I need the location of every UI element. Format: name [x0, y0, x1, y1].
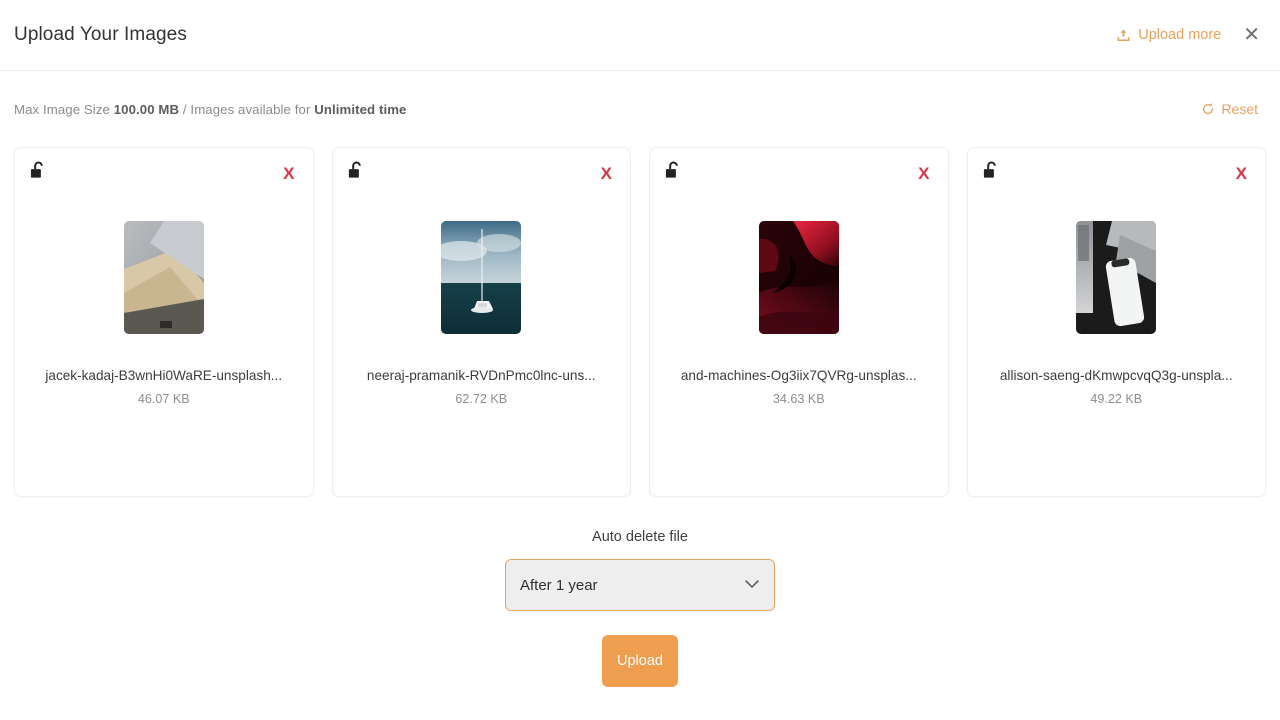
image-filename: allison-saeng-dKmwpcvqQ3g-unspla...: [999, 368, 1233, 383]
remove-x-icon[interactable]: X: [918, 165, 929, 182]
auto-delete-select-wrapper: After 1 year: [505, 559, 775, 611]
reset-label: Reset: [1221, 101, 1258, 117]
upload-images-page: Upload Your Images Upload more ✕ Max Ima…: [0, 0, 1280, 720]
image-filesize: 46.07 KB: [137, 392, 190, 406]
card-toolbar: X: [968, 148, 1266, 198]
unlocked-padlock-icon[interactable]: [982, 160, 1001, 187]
image-filename: neeraj-pramanik-RVDnPmc0lnc-uns...: [366, 368, 596, 383]
max-size-value: 100.00 MB: [113, 101, 180, 117]
image-card[interactable]: X: [331, 147, 631, 497]
image-card[interactable]: X: [649, 147, 949, 497]
image-filesize: 34.63 KB: [772, 392, 825, 406]
info-middle: / Images available for: [179, 101, 315, 117]
thumbnail-wrapper: [1076, 212, 1157, 342]
info-prefix: Max Image Size: [14, 101, 114, 117]
image-filesize: 49.22 KB: [1090, 392, 1143, 406]
uploaded-images-grid: X jacek-kadaj-B3wnHi0WaRE-unsplash... 46…: [0, 147, 1280, 497]
card-toolbar: X: [333, 148, 631, 198]
remove-x-icon[interactable]: X: [601, 165, 612, 182]
remove-x-icon[interactable]: X: [1236, 165, 1247, 182]
image-filename: jacek-kadaj-B3wnHi0WaRE-unsplash...: [45, 368, 283, 383]
image-thumbnail: [123, 220, 204, 334]
thumbnail-wrapper: [123, 212, 204, 342]
upload-more-button[interactable]: Upload more: [1116, 27, 1221, 43]
unlocked-padlock-icon[interactable]: [29, 160, 48, 187]
image-thumbnail: [758, 220, 839, 334]
availability-value: Unlimited time: [314, 101, 407, 117]
upload-button[interactable]: Upload: [602, 635, 678, 687]
image-filename: and-machines-Og3iix7QVRg-unsplas...: [680, 368, 917, 383]
image-card[interactable]: X: [14, 147, 314, 497]
thumbnail-wrapper: [441, 212, 522, 342]
page-header: Upload Your Images Upload more ✕: [0, 0, 1280, 71]
page-title: Upload Your Images: [14, 24, 187, 45]
card-toolbar: X: [15, 148, 313, 198]
image-filesize: 62.72 KB: [455, 392, 508, 406]
unlocked-padlock-icon[interactable]: [347, 160, 366, 187]
image-thumbnail: [441, 220, 522, 334]
image-card[interactable]: X: [966, 147, 1266, 497]
info-bar: Max Image Size 100.00 MB / Images availa…: [0, 71, 1280, 147]
reset-button[interactable]: Reset: [1201, 101, 1258, 117]
header-actions: Upload more ✕: [1116, 23, 1264, 47]
upload-more-label: Upload more: [1138, 27, 1222, 43]
card-toolbar: X: [650, 148, 948, 198]
size-availability-info: Max Image Size 100.00 MB / Images availa…: [14, 102, 406, 117]
refresh-icon: [1201, 102, 1215, 116]
remove-x-icon[interactable]: X: [283, 165, 294, 182]
upload-form-footer: Auto delete file After 1 year Upload: [0, 497, 1280, 720]
auto-delete-select[interactable]: After 1 year: [505, 559, 775, 611]
upload-icon: [1116, 28, 1131, 43]
thumbnail-wrapper: [758, 212, 839, 342]
unlocked-padlock-icon[interactable]: [664, 160, 683, 187]
image-thumbnail: [1076, 220, 1157, 334]
auto-delete-selected-value: After 1 year: [520, 576, 598, 594]
close-icon[interactable]: ✕: [1239, 23, 1264, 47]
auto-delete-label: Auto delete file: [592, 529, 688, 545]
